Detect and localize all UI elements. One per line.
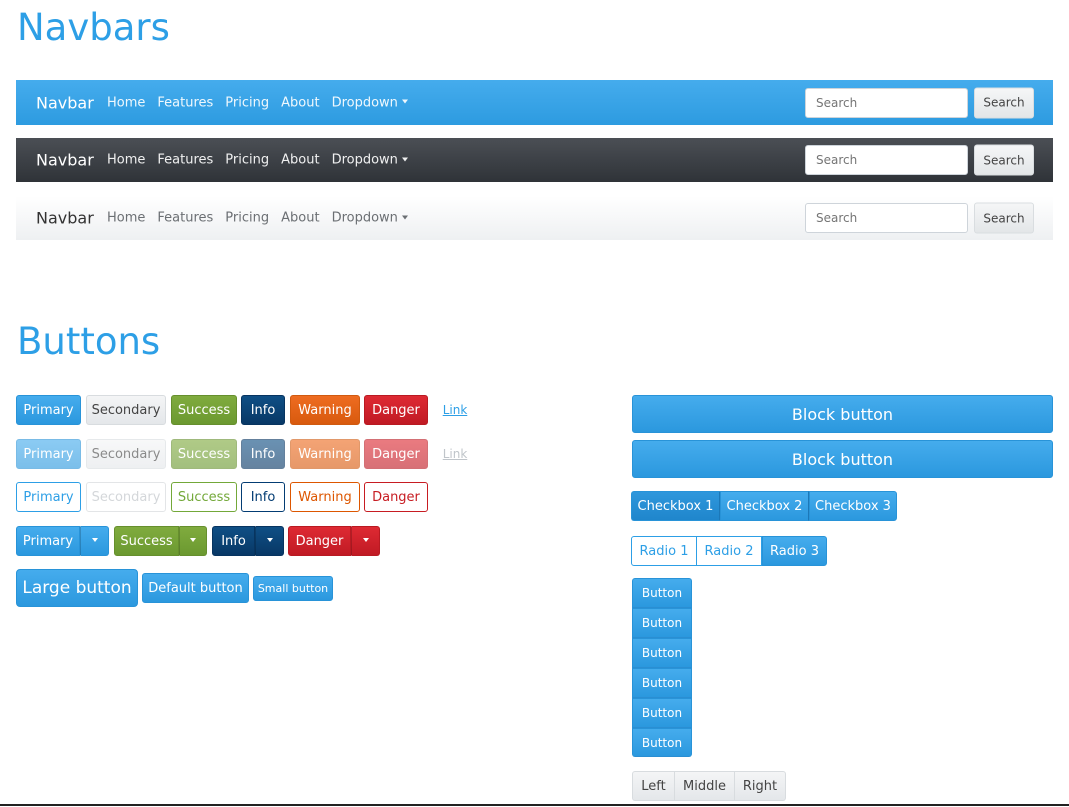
right-button[interactable]: Right — [735, 771, 786, 801]
caret-down-icon — [401, 215, 408, 219]
vertical-button[interactable]: Button — [632, 728, 692, 757]
radio-button-group: Radio 1 Radio 2 Radio 3 — [631, 536, 827, 566]
link-button-disabled[interactable]: Link — [435, 439, 475, 469]
danger-split-toggle[interactable] — [351, 526, 380, 556]
nav-link-pricing[interactable]: Pricing — [225, 153, 269, 168]
nav-link-dropdown[interactable]: Dropdown — [332, 153, 408, 168]
vertical-button[interactable]: Button — [632, 578, 692, 608]
checkbox-1-button[interactable]: Checkbox 1 — [631, 491, 720, 521]
secondary-button-disabled[interactable]: Secondary — [86, 439, 166, 469]
checkbox-button-group: Checkbox 1 Checkbox 2 Checkbox 3 — [631, 491, 897, 521]
left-button[interactable]: Left — [632, 771, 675, 801]
nav-link-dropdown[interactable]: Dropdown — [332, 211, 408, 226]
vertical-button-group: Button Button Button Button Button Butto… — [632, 578, 692, 757]
success-outline-button[interactable]: Success — [171, 482, 237, 512]
nav-link-about[interactable]: About — [281, 95, 319, 110]
nav-link-about[interactable]: About — [281, 153, 319, 168]
vertical-button[interactable]: Button — [632, 608, 692, 638]
nav-link-home[interactable]: Home — [107, 211, 145, 226]
nav-link-about[interactable]: About — [281, 211, 319, 226]
caret-down-icon — [190, 538, 196, 542]
search-input[interactable] — [805, 145, 968, 175]
search-input[interactable] — [805, 87, 968, 118]
nav-link-pricing[interactable]: Pricing — [225, 211, 269, 226]
search-input[interactable] — [805, 203, 968, 233]
danger-split-button[interactable]: Danger — [288, 526, 351, 556]
vertical-button[interactable]: Button — [632, 638, 692, 668]
secondary-outline-button[interactable]: Secondary — [86, 482, 166, 512]
secondary-button[interactable]: Secondary — [86, 395, 166, 425]
caret-down-icon — [266, 538, 273, 542]
vertical-button[interactable]: Button — [632, 668, 692, 698]
primary-split-button[interactable]: Primary — [16, 526, 80, 556]
middle-button[interactable]: Middle — [675, 771, 735, 801]
nav-link-features[interactable]: Features — [157, 153, 213, 168]
checkbox-2-button[interactable]: Checkbox 2 — [720, 491, 809, 521]
dropdown-label: Dropdown — [331, 152, 398, 168]
navbar-dark: Navbar Home Features Pricing About Dropd… — [16, 138, 1053, 182]
dropdown-label: Dropdown — [331, 210, 398, 226]
link-button[interactable]: Link — [435, 395, 475, 425]
navbar-brand[interactable]: Navbar — [36, 209, 94, 228]
nav-link-features[interactable]: Features — [157, 95, 213, 110]
info-button[interactable]: Info — [241, 395, 285, 425]
primary-button[interactable]: Primary — [16, 395, 81, 425]
navbar-links: Home Features Pricing About Dropdown — [107, 95, 408, 110]
search-button[interactable]: Search — [974, 87, 1034, 118]
default-button[interactable]: Default button — [142, 573, 249, 603]
success-button[interactable]: Success — [171, 395, 237, 425]
success-split-button[interactable]: Success — [114, 526, 179, 556]
search-button[interactable]: Search — [974, 144, 1034, 176]
info-split-toggle[interactable] — [255, 526, 284, 556]
danger-outline-button[interactable]: Danger — [364, 482, 428, 512]
nav-link-features[interactable]: Features — [157, 211, 213, 226]
dropdown-label: Dropdown — [331, 95, 398, 110]
navbar-links: Home Features Pricing About Dropdown — [107, 211, 408, 226]
caret-down-icon — [401, 99, 408, 104]
radio-1-button[interactable]: Radio 1 — [631, 536, 697, 566]
left-middle-right-group: Left Middle Right — [632, 771, 786, 801]
navbar-brand[interactable]: Navbar — [36, 151, 94, 170]
nav-link-pricing[interactable]: Pricing — [225, 95, 269, 110]
block-button[interactable]: Block button — [632, 395, 1053, 433]
vertical-button[interactable]: Button — [632, 698, 692, 728]
nav-link-home[interactable]: Home — [107, 153, 145, 168]
navbars-heading: Navbars — [17, 6, 170, 49]
bottom-divider — [0, 804, 1069, 806]
radio-2-button[interactable]: Radio 2 — [697, 536, 762, 566]
navbar-light: Navbar Home Features Pricing About Dropd… — [16, 196, 1053, 240]
nav-link-dropdown[interactable]: Dropdown — [332, 95, 408, 110]
caret-down-icon — [362, 538, 369, 542]
caret-down-icon — [401, 157, 408, 161]
info-button-disabled[interactable]: Info — [241, 439, 285, 469]
info-split-button[interactable]: Info — [212, 526, 255, 556]
primary-button-disabled[interactable]: Primary — [16, 439, 81, 469]
small-button[interactable]: Small button — [253, 576, 333, 601]
warning-button-disabled[interactable]: Warning — [290, 439, 360, 469]
warning-outline-button[interactable]: Warning — [290, 482, 360, 512]
info-outline-button[interactable]: Info — [241, 482, 285, 512]
navbar-links: Home Features Pricing About Dropdown — [107, 153, 408, 168]
danger-button[interactable]: Danger — [364, 395, 428, 425]
primary-split-toggle[interactable] — [80, 526, 109, 556]
large-button[interactable]: Large button — [16, 569, 138, 607]
nav-link-home[interactable]: Home — [107, 95, 145, 110]
success-button-disabled[interactable]: Success — [171, 439, 237, 469]
navbar-brand[interactable]: Navbar — [36, 93, 94, 112]
success-split-toggle[interactable] — [179, 526, 207, 556]
radio-3-button[interactable]: Radio 3 — [762, 536, 827, 566]
search-button[interactable]: Search — [974, 202, 1034, 234]
block-button[interactable]: Block button — [632, 440, 1053, 478]
danger-button-disabled[interactable]: Danger — [364, 439, 428, 469]
primary-outline-button[interactable]: Primary — [16, 482, 81, 512]
checkbox-3-button[interactable]: Checkbox 3 — [809, 491, 897, 521]
navbar-primary: Navbar Home Features Pricing About Dropd… — [16, 80, 1053, 125]
warning-button[interactable]: Warning — [290, 395, 360, 425]
buttons-heading: Buttons — [17, 320, 161, 363]
caret-down-icon — [91, 538, 98, 542]
